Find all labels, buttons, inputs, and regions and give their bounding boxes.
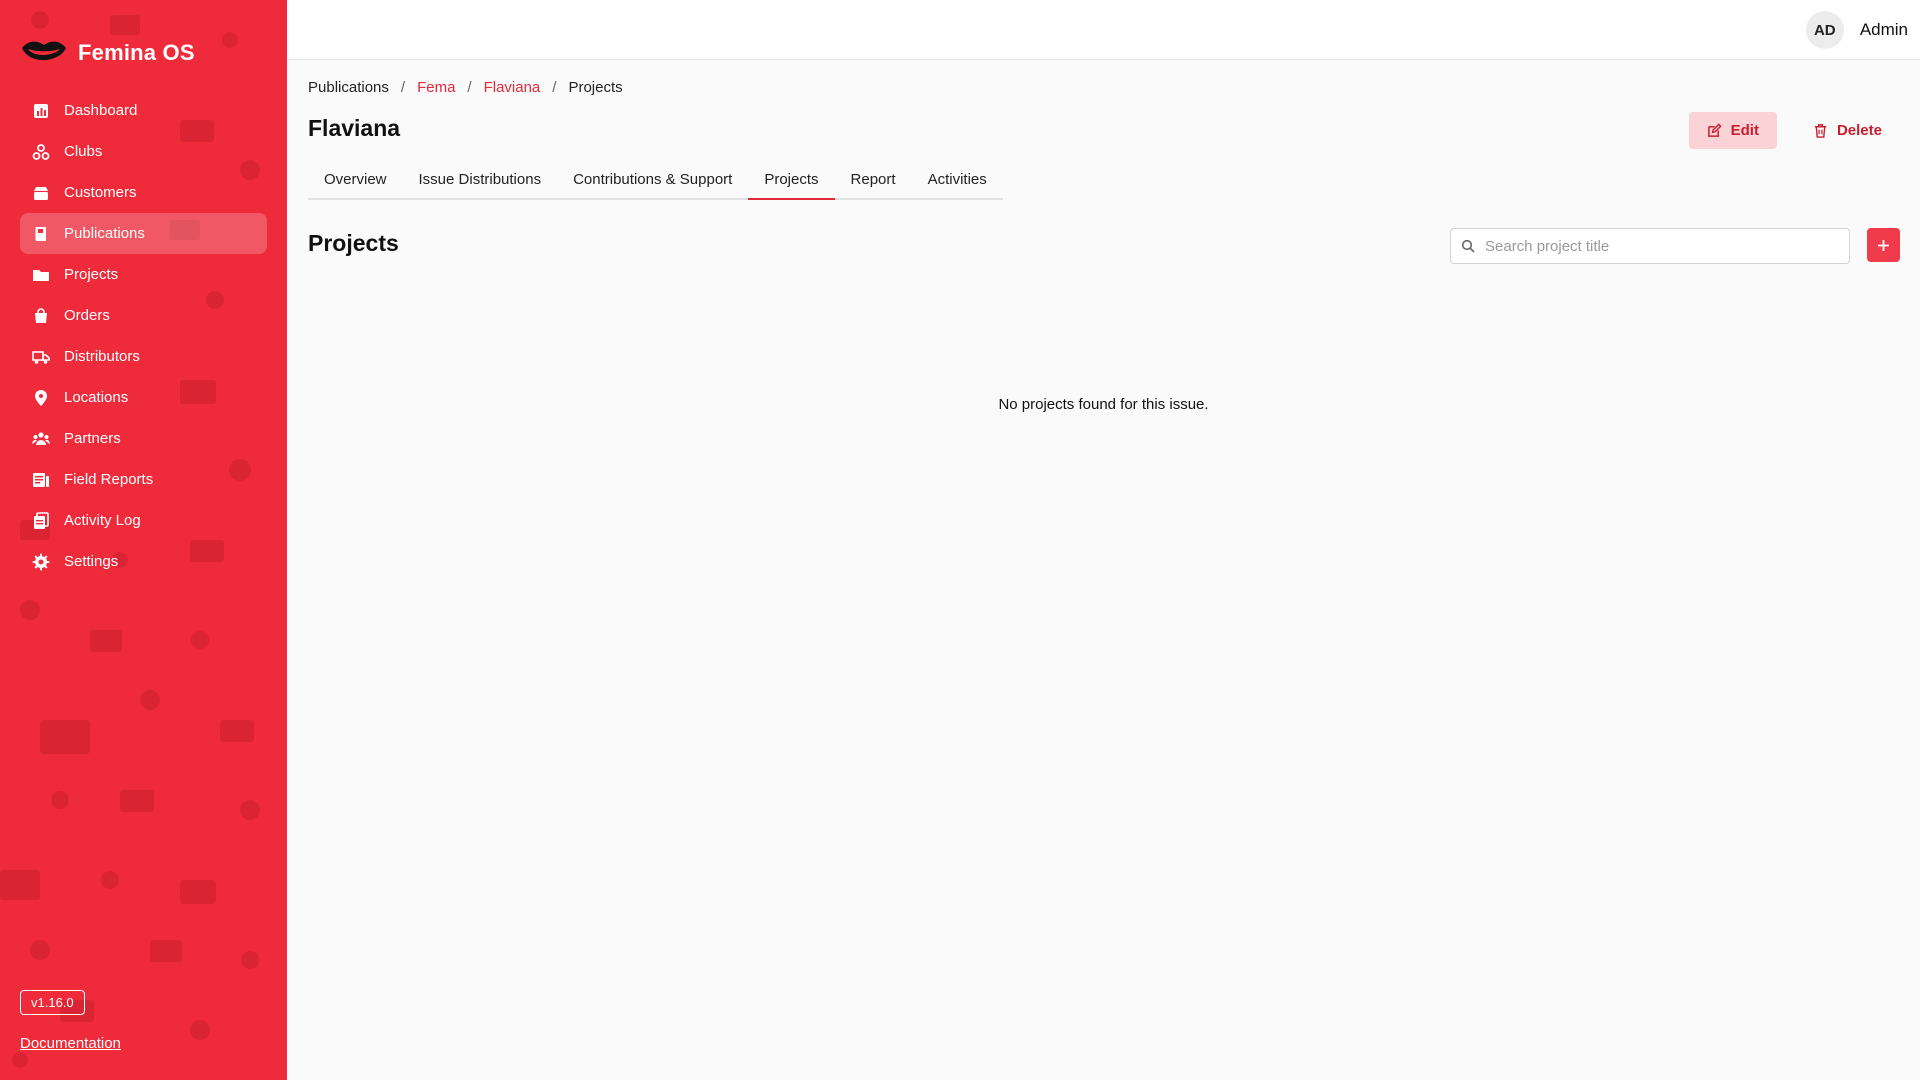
truck-icon — [32, 350, 50, 364]
delete-button[interactable]: Delete — [1795, 112, 1900, 149]
sidebar-item-label: Dashboard — [64, 102, 138, 119]
clipboard-icon — [34, 511, 49, 529]
sidebar-item-label: Field Reports — [64, 471, 154, 488]
sidebar-item-field-reports[interactable]: Field Reports — [20, 459, 267, 500]
sidebar-item-label: Locations — [64, 389, 129, 406]
breadcrumb-separator: / — [400, 79, 406, 96]
tab-contributions-support[interactable]: Contributions & Support — [557, 168, 748, 200]
sidebar: Femina OS Dashboard Clubs Customers Publ… — [0, 0, 287, 1080]
gear-icon — [32, 553, 50, 570]
users-icon — [32, 431, 50, 445]
avatar[interactable]: AD — [1805, 11, 1844, 49]
sidebar-item-activity-log[interactable]: Activity Log — [20, 500, 267, 541]
shopping-bag-icon — [35, 307, 47, 323]
folder-icon — [33, 269, 49, 281]
documentation-link[interactable]: Documentation — [20, 1035, 121, 1052]
breadcrumb: Publications / Fema / Flaviana / Project… — [308, 79, 623, 96]
sidebar-nav: Dashboard Clubs Customers Publications P… — [20, 90, 267, 582]
edit-icon — [1707, 123, 1722, 137]
map-pin-icon — [35, 389, 47, 406]
sidebar-item-label: Clubs — [64, 143, 103, 160]
edit-label: Edit — [1730, 122, 1759, 139]
report-icon — [33, 472, 49, 487]
sidebar-item-label: Distributors — [64, 348, 140, 365]
user-menu[interactable]: AD Admin — [1805, 11, 1908, 49]
lips-logo-icon — [22, 41, 66, 61]
topbar: AD Admin — [287, 0, 1920, 60]
sidebar-item-dashboard[interactable]: Dashboard — [20, 90, 267, 131]
tab-projects[interactable]: Projects — [748, 168, 835, 200]
search-icon — [1461, 239, 1475, 253]
sidebar-item-settings[interactable]: Settings — [20, 541, 267, 582]
book-icon — [35, 226, 46, 241]
sidebar-item-customers[interactable]: Customers — [20, 172, 267, 213]
brand-name: Femina OS — [78, 40, 195, 65]
search-box[interactable] — [1450, 228, 1850, 264]
page-title: Flaviana — [308, 115, 401, 141]
tab-issue-distributions[interactable]: Issue Distributions — [403, 168, 558, 200]
sidebar-item-partners[interactable]: Partners — [20, 418, 267, 459]
sidebar-item-distributors[interactable]: Distributors — [20, 336, 267, 377]
edit-button[interactable]: Edit — [1688, 112, 1777, 149]
brand[interactable]: Femina OS — [20, 36, 195, 70]
box-icon — [34, 186, 48, 200]
sidebar-item-label: Customers — [64, 184, 137, 201]
sidebar-item-label: Publications — [64, 225, 145, 242]
chart-icon — [34, 103, 48, 118]
sidebar-item-clubs[interactable]: Clubs — [20, 131, 267, 172]
username[interactable]: Admin — [1860, 20, 1908, 40]
section-title: Projects — [308, 230, 399, 256]
breadcrumb-separator: / — [467, 79, 472, 96]
sidebar-item-locations[interactable]: Locations — [20, 377, 267, 418]
tab-report[interactable]: Report — [835, 168, 912, 200]
sidebar-item-label: Projects — [64, 266, 119, 283]
breadcrumb-publications[interactable]: Publications — [308, 79, 389, 96]
breadcrumb-separator: / — [552, 79, 557, 96]
add-project-button[interactable] — [1867, 228, 1900, 262]
sidebar-item-label: Settings — [64, 553, 119, 570]
tab-activities[interactable]: Activities — [912, 168, 1003, 200]
breadcrumb-flaviana[interactable]: Flaviana — [484, 79, 541, 96]
tab-overview[interactable]: Overview — [308, 168, 403, 200]
trash-icon — [1814, 124, 1827, 138]
empty-state-message: No projects found for this issue. — [998, 396, 1209, 413]
sidebar-item-projects[interactable]: Projects — [20, 254, 267, 295]
sidebar-item-label: Partners — [64, 430, 121, 447]
search-input[interactable] — [1485, 237, 1845, 255]
sidebar-item-label: Activity Log — [64, 512, 141, 529]
sidebar-item-label: Orders — [64, 307, 110, 324]
clubs-icon — [32, 143, 50, 160]
sidebar-item-orders[interactable]: Orders — [20, 295, 267, 336]
breadcrumb-fema[interactable]: Fema — [417, 79, 455, 96]
plus-icon — [1878, 239, 1889, 251]
page-actions: Edit Delete — [1688, 112, 1900, 149]
tabs: Overview Issue Distributions Contributio… — [308, 168, 1003, 200]
main-content: Publications / Fema / Flaviana / Project… — [287, 60, 1920, 1080]
breadcrumb-current: Projects — [568, 79, 623, 96]
delete-label: Delete — [1836, 122, 1882, 139]
sidebar-item-publications[interactable]: Publications — [20, 213, 267, 254]
version-badge: v1.16.0 — [20, 990, 85, 1015]
